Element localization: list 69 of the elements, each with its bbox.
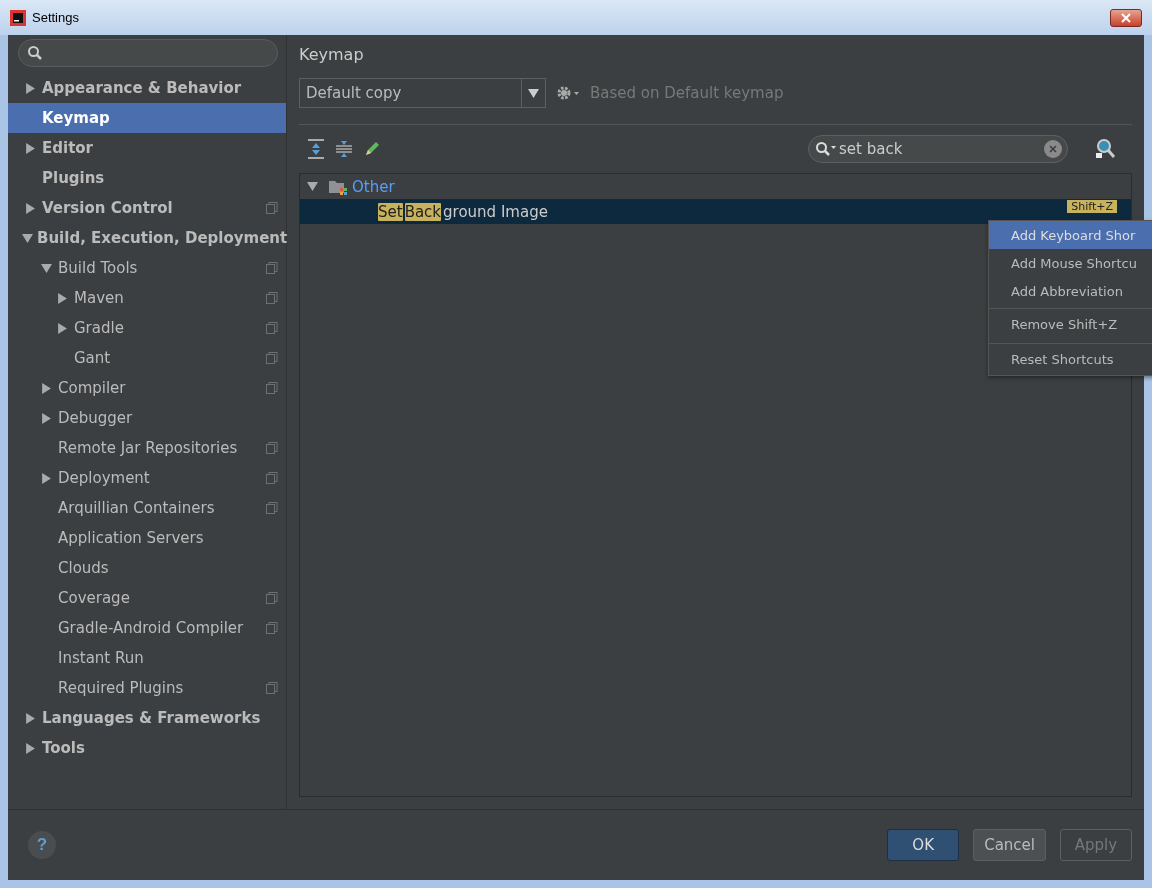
expanded-arrow-icon[interactable] [40, 262, 52, 274]
action-name: SetBackground Image [378, 202, 548, 221]
collapsed-arrow-icon[interactable] [56, 292, 68, 304]
sidebar-item[interactable]: Required Plugins [8, 673, 286, 703]
expanded-arrow-icon[interactable] [22, 232, 33, 244]
sidebar-item[interactable]: Debugger [8, 403, 286, 433]
sidebar-item[interactable]: Build, Execution, Deployment [8, 223, 286, 253]
app-logo-icon [10, 9, 26, 26]
sidebar-item[interactable]: Maven [8, 283, 286, 313]
group-label: Other [352, 177, 395, 196]
search-icon [815, 141, 837, 157]
menu-item[interactable]: Add Abbreviation [989, 277, 1152, 305]
menu-item[interactable]: Add Keyboard Shor [989, 221, 1152, 249]
tree-group-row[interactable]: Other [300, 174, 1131, 199]
collapsed-arrow-icon[interactable] [24, 82, 36, 94]
keymap-dropdown[interactable]: Default copy [299, 78, 546, 108]
collapsed-arrow-icon[interactable] [24, 712, 36, 724]
dialog-button[interactable]: Cancel [973, 829, 1046, 861]
search-field[interactable] [18, 39, 278, 67]
sidebar-item[interactable]: Version Control [8, 193, 286, 223]
sidebar-item[interactable]: Remote Jar Repositories [8, 433, 286, 463]
sidebar-item[interactable]: Compiler [8, 373, 286, 403]
collapse-all-icon[interactable] [335, 139, 353, 159]
magnifier-icon [1094, 138, 1116, 160]
sidebar-item[interactable]: Coverage [8, 583, 286, 613]
sidebar-item[interactable]: Appearance & Behavior [8, 73, 286, 103]
based-on-label: Based on Default keymap [590, 84, 784, 102]
close-button[interactable] [1110, 8, 1142, 27]
menu-item[interactable]: Add Mouse Shortcu [989, 249, 1152, 277]
sidebar-item[interactable]: Instant Run [8, 643, 286, 673]
collapsed-arrow-icon[interactable] [24, 742, 36, 754]
close-icon [1049, 145, 1057, 153]
dropdown-arrow-icon [528, 87, 539, 99]
gear-icon[interactable] [556, 84, 580, 102]
sidebar-item[interactable]: Gant [8, 343, 286, 373]
collapsed-arrow-icon[interactable] [24, 202, 36, 214]
close-icon [1121, 12, 1131, 23]
sidebar-item[interactable]: Tools [8, 733, 286, 763]
find-shortcut-button[interactable] [1094, 138, 1116, 160]
action-row[interactable]: SetBackground Image Shift+Z [300, 199, 1131, 224]
sidebar-item[interactable]: Deployment [8, 463, 286, 493]
sidebar-item[interactable]: Gradle-Android Compiler [8, 613, 286, 643]
menu-item[interactable]: Reset Shortcuts [989, 343, 1152, 375]
sidebar-item[interactable]: Languages & Frameworks [8, 703, 286, 733]
sidebar-item[interactable]: Application Servers [8, 523, 286, 553]
search-icon [27, 45, 43, 61]
sidebar-item[interactable]: Arquillian Containers [8, 493, 286, 523]
search-field[interactable]: set back [808, 135, 1068, 163]
collapsed-arrow-icon[interactable] [40, 472, 52, 484]
collapsed-arrow-icon[interactable] [56, 322, 68, 334]
shortcut-badge: Shift+Z [1067, 200, 1117, 213]
collapsed-arrow-icon[interactable] [24, 142, 36, 154]
dialog-button[interactable]: OK [887, 829, 960, 861]
sidebar-item[interactable]: Plugins [8, 163, 286, 193]
sidebar-item[interactable]: Build Tools [8, 253, 286, 283]
sidebar-item[interactable]: Keymap [8, 103, 286, 133]
expanded-arrow-icon[interactable] [306, 181, 318, 192]
expand-all-icon[interactable] [307, 139, 325, 159]
sidebar-item[interactable]: Clouds [8, 553, 286, 583]
page-title: Keymap [299, 45, 365, 64]
sidebar-item[interactable]: Editor [8, 133, 286, 163]
sidebar-item[interactable]: Gradle [8, 313, 286, 343]
pencil-icon[interactable] [363, 140, 381, 158]
collapsed-arrow-icon[interactable] [40, 412, 52, 424]
folder-icon [328, 178, 348, 195]
menu-item[interactable]: Remove Shift+Z [989, 308, 1152, 340]
help-button[interactable]: ? [28, 831, 56, 859]
window-title: Settings [32, 10, 79, 25]
collapsed-arrow-icon[interactable] [40, 382, 52, 394]
